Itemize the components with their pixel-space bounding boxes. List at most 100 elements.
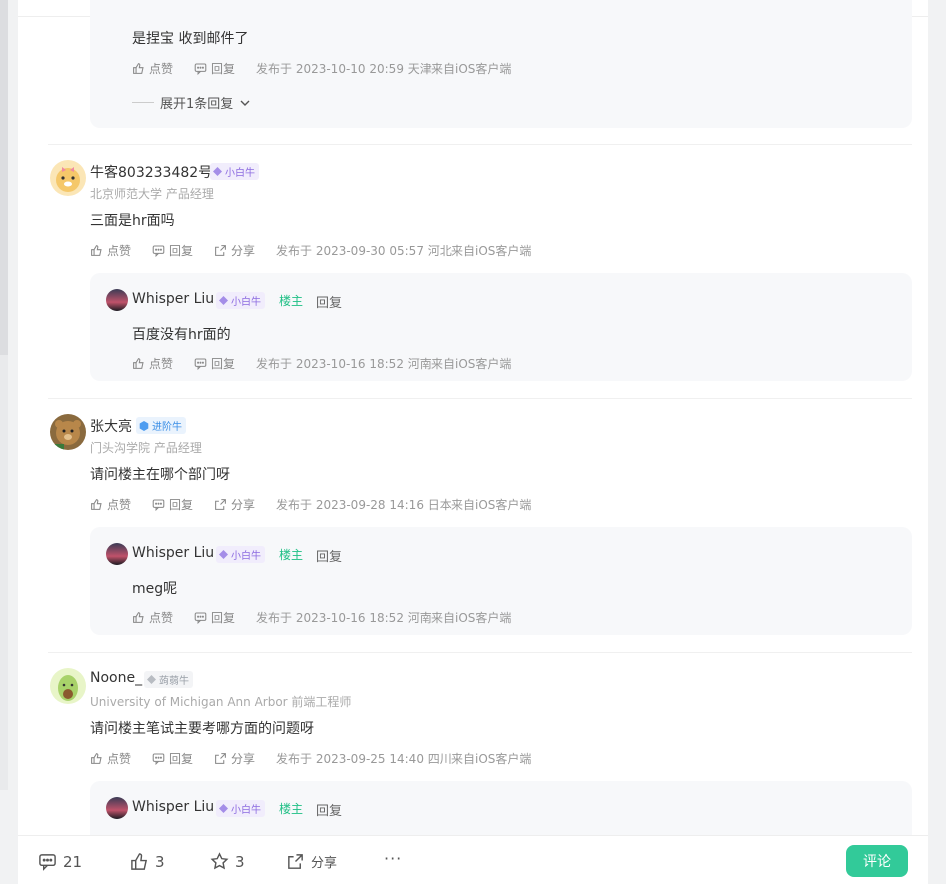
- share-icon: [215, 245, 226, 256]
- reply-label: 回复: [211, 62, 236, 76]
- expand-replies[interactable]: 展开1条回复: [132, 93, 251, 112]
- avatar[interactable]: [50, 414, 86, 450]
- reply-label: 回复: [169, 244, 194, 258]
- badge-label: 蒟蒻牛: [159, 676, 189, 687]
- reply-link[interactable]: 回复: [316, 800, 342, 819]
- page-margin: [928, 0, 946, 884]
- client-label: 来自iOS客户端: [451, 244, 532, 258]
- client-label: 来自iOS客户端: [431, 62, 512, 76]
- thumbs-up-icon: [131, 853, 148, 870]
- client-label: 来自iOS客户端: [451, 498, 532, 512]
- scrollbar-track[interactable]: [0, 0, 8, 790]
- post-meta: 发布于 2023-09-28 14:16 日本: [276, 498, 452, 512]
- comment-icon: [194, 63, 207, 75]
- like-label: 点赞: [107, 752, 132, 766]
- reply-author[interactable]: Whisper Liu: [132, 291, 214, 307]
- like-count-button[interactable]: 3: [130, 852, 165, 871]
- like-button[interactable]: 点赞: [90, 496, 131, 513]
- dog-avatar-icon: [56, 167, 80, 192]
- author-subtitle: 门头沟学院 产品经理: [90, 441, 202, 455]
- reply-button[interactable]: 回复: [152, 750, 193, 767]
- comment-divider: [48, 398, 912, 399]
- reply-button[interactable]: 回复: [194, 609, 235, 626]
- share-icon: [215, 753, 226, 764]
- badge-label: 进阶牛: [152, 422, 182, 433]
- chevron-down-icon: [240, 100, 250, 106]
- like-button[interactable]: 点赞: [90, 242, 131, 259]
- author-subtitle: University of Michigan Ann Arbor 前端工程师: [90, 695, 352, 709]
- star-count: 3: [235, 852, 245, 871]
- like-label: 点赞: [107, 498, 132, 512]
- comment-icon: [152, 499, 165, 511]
- share-button[interactable]: 分享: [214, 496, 255, 513]
- client-label: 来自iOS客户端: [431, 611, 512, 625]
- reply-box: Whisper Liu 小白牛 楼主 回复 meg呢 点赞 回复 发布于 202…: [90, 527, 912, 635]
- diamond-icon: [213, 167, 222, 176]
- reply-box-top: 是捏宝 收到邮件了 点赞 回复 发布于 2023-10-10 20:59 天津 …: [90, 0, 912, 128]
- share-label: 分享: [311, 856, 338, 871]
- scrollbar-thumb[interactable]: [0, 0, 8, 355]
- avatar[interactable]: [106, 543, 128, 565]
- level-badge: 小白牛: [210, 163, 259, 180]
- level-badge: 小白牛: [216, 800, 265, 817]
- share-button[interactable]: 分享: [214, 242, 255, 259]
- diamond-icon: [219, 804, 228, 813]
- op-tag: 楼主: [279, 548, 304, 562]
- comment-text: 请问楼主在哪个部门呀: [90, 467, 230, 483]
- share-button[interactable]: 分享: [286, 852, 337, 871]
- like-button[interactable]: 点赞: [90, 750, 131, 767]
- reply-button[interactable]: 回复: [194, 355, 235, 372]
- thumbs-up-icon: [133, 63, 144, 74]
- avatar[interactable]: [106, 797, 128, 819]
- badge-label: 小白牛: [225, 168, 255, 179]
- badge-label: 小白牛: [231, 805, 261, 816]
- comment-divider: [48, 652, 912, 653]
- like-button[interactable]: 点赞: [132, 60, 173, 77]
- comment-author[interactable]: 牛客803233482号: [90, 162, 212, 182]
- reply-link[interactable]: 回复: [316, 546, 342, 565]
- level-badge: 小白牛: [216, 546, 265, 563]
- comments-panel: 是捏宝 收到邮件了 点赞 回复 发布于 2023-10-10 20:59 天津 …: [18, 0, 928, 884]
- comments-count-button[interactable]: 21: [38, 852, 82, 871]
- avatar[interactable]: [50, 160, 86, 196]
- reply-label: 回复: [211, 611, 236, 625]
- client-label: 来自iOS客户端: [451, 752, 532, 766]
- like-button[interactable]: 点赞: [132, 355, 173, 372]
- reply-author[interactable]: Whisper Liu: [132, 799, 214, 815]
- thumbs-up-icon: [91, 499, 102, 510]
- share-label: 分享: [231, 244, 256, 258]
- reply-button[interactable]: 回复: [152, 496, 193, 513]
- like-button[interactable]: 点赞: [132, 609, 173, 626]
- reply-author[interactable]: Whisper Liu: [132, 545, 214, 561]
- comment-author[interactable]: Noone_: [90, 670, 142, 686]
- reply-label: 回复: [169, 752, 194, 766]
- post-meta: 发布于 2023-09-30 05:57 河北: [276, 244, 452, 258]
- comment-icon: [152, 753, 165, 765]
- badge-label: 小白牛: [231, 297, 261, 308]
- comment-author[interactable]: 张大亮: [90, 416, 132, 436]
- post-meta: 发布于 2023-10-16 18:52 河南: [256, 611, 432, 625]
- share-button[interactable]: 分享: [214, 750, 255, 767]
- like-label: 点赞: [149, 357, 174, 371]
- reply-label: 回复: [211, 357, 236, 371]
- more-button[interactable]: ···: [384, 849, 402, 868]
- share-icon: [215, 499, 226, 510]
- like-label: 点赞: [107, 244, 132, 258]
- level-badge: 进阶牛: [136, 417, 186, 434]
- avocado-avatar-icon: [58, 675, 78, 701]
- expand-line: [132, 102, 154, 103]
- thumbs-up-icon: [91, 753, 102, 764]
- avatar[interactable]: [50, 668, 86, 704]
- op-tag: 楼主: [279, 802, 304, 816]
- favorite-button[interactable]: 3: [210, 852, 245, 871]
- expand-label: 展开1条回复: [160, 97, 234, 112]
- reply-link[interactable]: 回复: [316, 292, 342, 311]
- reply-box: Whisper Liu 小白牛 楼主 回复 百度没有hr面的 点赞 回复 发布于…: [90, 273, 912, 381]
- comment-button[interactable]: 评论: [846, 845, 908, 877]
- comment-icon: [194, 358, 207, 370]
- post-meta: 发布于 2023-10-16 18:52 河南: [256, 357, 432, 371]
- avatar[interactable]: [106, 289, 128, 311]
- reply-button[interactable]: 回复: [194, 60, 235, 77]
- reply-button[interactable]: 回复: [152, 242, 193, 259]
- comment-text: 请问楼主笔试主要考哪方面的问题呀: [90, 721, 314, 737]
